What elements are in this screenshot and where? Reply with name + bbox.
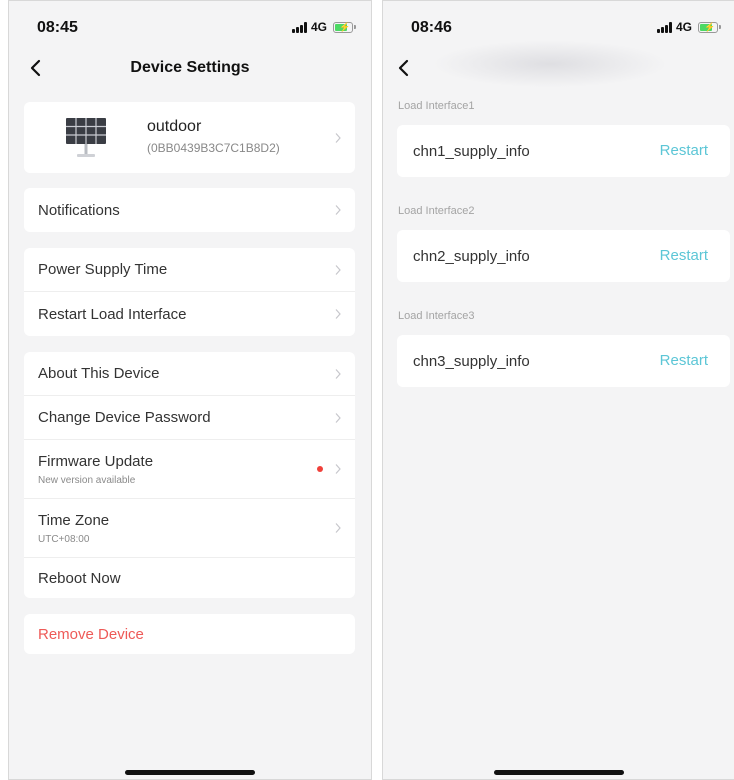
row-label: Restart Load Interface [38,305,187,323]
back-icon[interactable] [393,57,415,79]
restart-load-interface-row[interactable]: Restart Load Interface [24,292,355,336]
signal-icon [656,21,672,33]
row-label: About This Device [38,365,160,382]
notifications-row[interactable]: Notifications [24,188,355,232]
row-label: Firmware Update [38,452,154,470]
power-card: Power Supply Time Restart Load Interface [24,248,355,336]
network-type: 4G [675,20,692,34]
page-title: Device Settings [130,59,250,76]
blurred-title-area [435,41,665,87]
interface-label: chn1_supply_info [413,142,530,160]
nav-bar [383,41,734,89]
remove-device-label: Remove Device [38,625,144,643]
chevron-right-icon [335,412,341,423]
chevron-right-icon [335,368,341,379]
power-supply-time-row[interactable]: Power Supply Time [24,248,355,292]
restart-button-3[interactable]: Restart [660,335,708,387]
load-interface-1-card: chn1_supply_info Restart [397,125,730,177]
remove-device-button[interactable]: Remove Device [24,614,355,654]
solar-panel-icon [66,118,106,157]
row-label: Reboot Now [38,569,121,587]
restart-button-1[interactable]: Restart [660,125,708,177]
firmware-update-row[interactable]: Firmware Update New version available [24,440,355,499]
load-interface-2-card: chn2_supply_info Restart [397,230,730,282]
device-name: outdoor [147,118,202,135]
row-label: Change Device Password [38,409,211,426]
chevron-right-icon [335,132,341,143]
about-device-row[interactable]: About This Device [24,352,355,396]
home-indicator [125,770,255,775]
restart-button-2[interactable]: Restart [660,230,708,282]
network-type: 4G [310,20,327,34]
device-row[interactable]: outdoor (0BB0439B3C7C1B8D2) [24,102,355,173]
update-badge [317,466,323,472]
status-time: 08:45 [37,19,78,36]
status-indicators: 4G ⚡ [656,20,721,34]
chevron-right-icon [335,523,341,533]
row-sublabel: UTC+08:00 [38,533,90,545]
home-indicator [493,770,624,775]
device-info-card: About This Device Change Device Password… [24,352,355,598]
section-label: Load Interface2 [398,205,475,217]
change-password-row[interactable]: Change Device Password [24,396,355,440]
row-label: Power Supply Time [38,261,168,278]
row-sublabel: New version available [38,474,136,486]
chevron-right-icon [335,309,341,319]
battery-icon: ⚡ [698,21,721,33]
section-label: Load Interface1 [398,100,475,112]
device-id: (0BB0439B3C7C1B8D2) [147,141,280,155]
battery-icon: ⚡ [333,21,356,33]
restart-load-interface-screen: 08:46 4G ⚡ Load Interface1 chn1_supply_i… [382,0,734,780]
chevron-right-icon [335,464,341,474]
status-indicators: 4G ⚡ [291,20,356,34]
device-card[interactable]: outdoor (0BB0439B3C7C1B8D2) [24,102,355,173]
section-label: Load Interface3 [398,310,475,322]
time-zone-row[interactable]: Time Zone UTC+08:00 [24,499,355,558]
status-bar: 08:45 4G ⚡ [9,1,371,49]
interface-label: chn3_supply_info [413,352,530,370]
row-label: Time Zone [38,511,110,529]
reboot-now-row[interactable]: Reboot Now [24,558,355,598]
remove-card: Remove Device [24,614,355,654]
signal-icon [291,21,307,33]
device-settings-screen: 08:45 4G ⚡ Device Settings outdoor (0BB0… [8,0,372,780]
status-time: 08:46 [411,19,452,36]
load-interface-3-card: chn3_supply_info Restart [397,335,730,387]
chevron-right-icon [335,264,341,275]
row-label: Notifications [38,201,120,219]
interface-label: chn2_supply_info [413,247,530,265]
nav-bar: Device Settings [9,49,371,89]
chevron-right-icon [335,205,341,215]
notifications-card: Notifications [24,188,355,232]
